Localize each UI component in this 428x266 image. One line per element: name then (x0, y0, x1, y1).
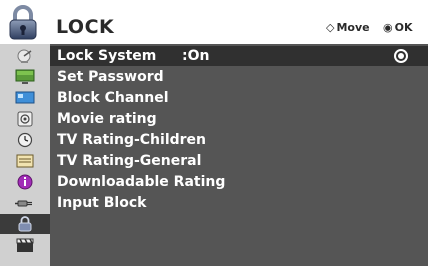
lock-menu-panel: Lock System :On Set Password Block Chann… (50, 44, 428, 266)
menu-item-tv-rating-general[interactable]: TV Rating-General (50, 151, 428, 171)
input-plug-icon (15, 200, 32, 207)
clock-icon (17, 132, 33, 148)
page-title: LOCK (56, 16, 115, 38)
menu-item-value: :On (182, 48, 210, 64)
category-icon-column (0, 44, 50, 266)
category-audio[interactable] (0, 109, 50, 129)
menu-item-downloadable-rating[interactable]: Downloadable Rating (50, 172, 428, 192)
lock-icon (18, 216, 32, 232)
lock-icon (9, 5, 37, 40)
info-icon (17, 174, 33, 190)
category-time[interactable] (0, 130, 50, 150)
category-media[interactable] (0, 235, 50, 255)
menu-item-tv-rating-children[interactable]: TV Rating-Children (50, 130, 428, 150)
menu-item-label: Input Block (57, 195, 147, 211)
category-satellite[interactable] (0, 46, 50, 66)
category-picture[interactable] (0, 67, 50, 87)
menu-item-label: TV Rating-General (57, 153, 202, 169)
option-icon (16, 154, 34, 168)
menu-item-block-channel[interactable]: Block Channel (50, 88, 428, 108)
screen-icon (15, 91, 35, 104)
clapperboard-icon (16, 238, 34, 252)
menu-item-lock-system[interactable]: Lock System :On (50, 46, 428, 66)
menu-item-label: Block Channel (57, 90, 169, 106)
ok-hint: ◉ OK (383, 21, 412, 34)
ok-hint-label: OK (394, 21, 413, 34)
picture-icon (15, 69, 35, 84)
category-screen[interactable] (0, 88, 50, 108)
menu-item-input-block[interactable]: Input Block (50, 193, 428, 213)
category-option[interactable] (0, 151, 50, 171)
menu-item-movie-rating[interactable]: Movie rating (50, 109, 428, 129)
category-lock[interactable] (0, 214, 50, 234)
menu-item-label: Movie rating (57, 111, 157, 127)
move-hint-label: Move (336, 21, 370, 34)
ok-button-icon: ◉ (383, 21, 393, 34)
radio-selected-icon[interactable] (394, 49, 408, 63)
satellite-dish-icon (17, 49, 32, 63)
category-info[interactable] (0, 172, 50, 192)
menu-item-set-password[interactable]: Set Password (50, 67, 428, 87)
menu-item-label: Downloadable Rating (57, 174, 226, 190)
category-input[interactable] (0, 193, 50, 213)
four-way-arrow-icon: ◇ (326, 21, 335, 34)
move-hint: ◇ Move (326, 21, 370, 34)
menu-header: LOCK ◇ Move ◉ OK (0, 0, 428, 44)
menu-item-label: Set Password (57, 69, 164, 85)
menu-item-label: Lock System (57, 48, 157, 64)
audio-icon (17, 111, 33, 127)
menu-item-label: TV Rating-Children (57, 132, 207, 148)
